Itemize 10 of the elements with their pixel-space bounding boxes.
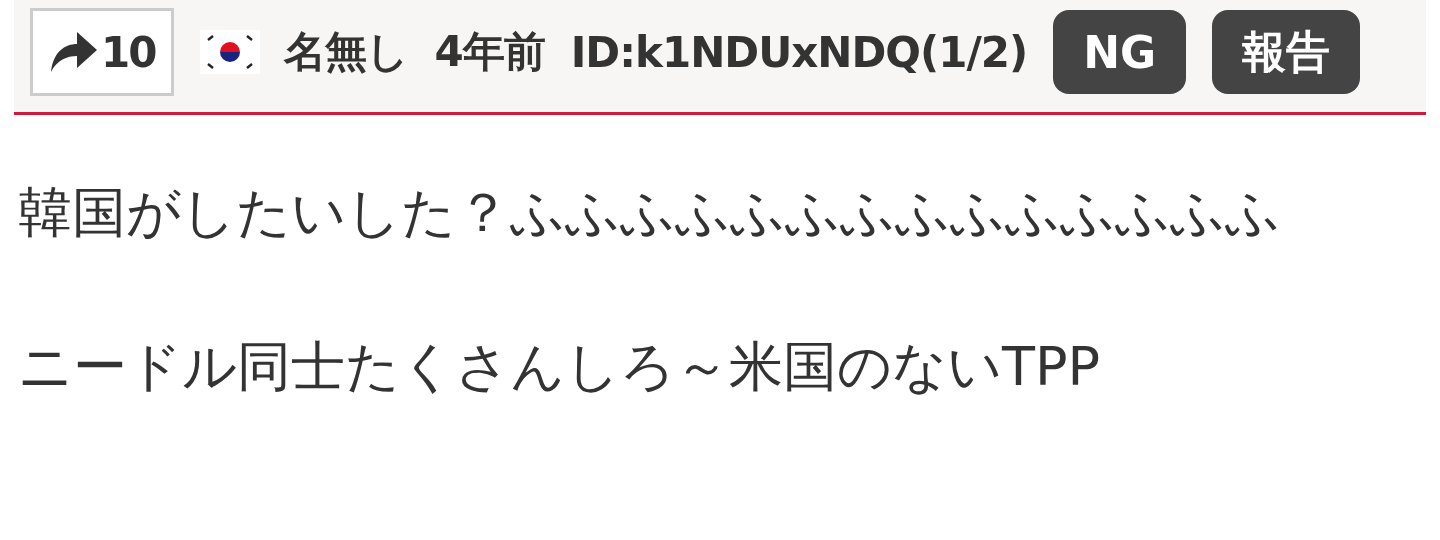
share-button[interactable]: 10 bbox=[30, 8, 175, 96]
post-text: 韓国がしたいした？ふふふふふふふふふふふふふふ bbox=[18, 180, 1281, 246]
post-time: 4年前 bbox=[434, 26, 545, 78]
post-text: ニードル同士たくさんしろ～米国のないTPP bbox=[18, 333, 1102, 400]
ng-button[interactable]: NG bbox=[1053, 10, 1187, 94]
share-icon bbox=[49, 30, 99, 74]
user-id: ID:k1NDUxNDQ(1/2) bbox=[570, 27, 1028, 77]
report-button[interactable]: 報告 bbox=[1212, 10, 1361, 94]
author-name: 名無し bbox=[284, 26, 409, 78]
flag-icon bbox=[200, 30, 261, 74]
